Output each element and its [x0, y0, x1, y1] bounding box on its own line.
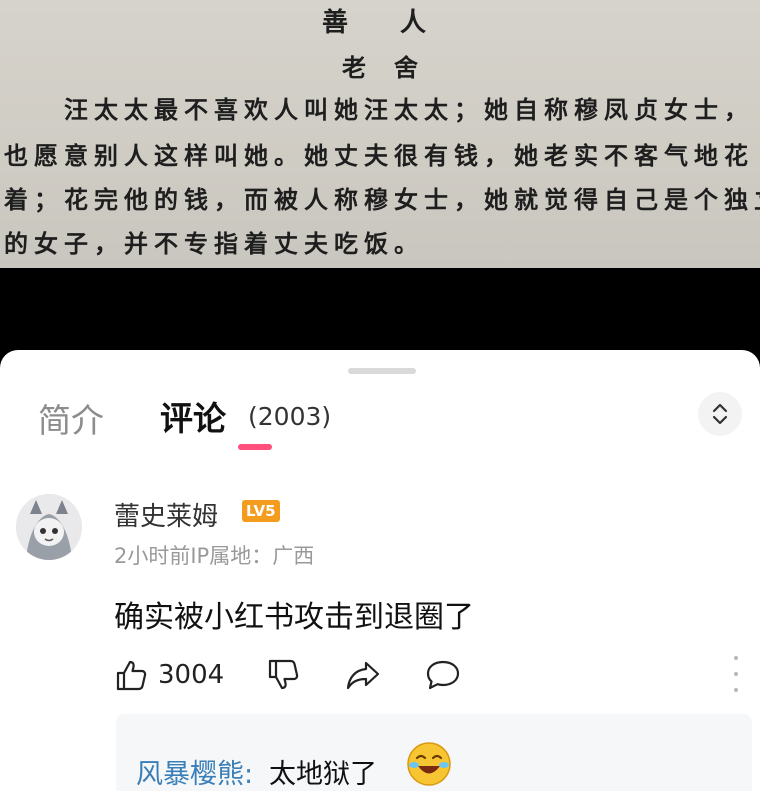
comments-count: (2003) — [248, 402, 332, 431]
share-button[interactable] — [344, 658, 382, 692]
level-badge: LV5 — [242, 500, 280, 522]
reply-username[interactable]: 风暴樱熊: — [136, 752, 253, 791]
tab-comments[interactable]: 评论 — [160, 392, 226, 440]
book-page-image: 善人 老舍 汪太太最不喜欢人叫她汪太太；她自称穆凤贞女士， 也愿意别人这样叫她。… — [0, 0, 760, 268]
book-title: 善人 — [321, 8, 478, 38]
book-text-line: 汪太太最不喜欢人叫她汪太太；她自称穆凤贞女士， — [64, 95, 754, 124]
crying-laughing-emoji-icon — [407, 742, 451, 786]
more-icon[interactable] — [728, 656, 744, 692]
book-text-line: 的女子，并不专指着丈夫吃饭。 — [4, 229, 424, 258]
sort-toggle-button[interactable] — [698, 392, 742, 436]
active-tab-indicator — [238, 444, 272, 450]
dislike-button[interactable] — [266, 658, 300, 692]
comment-username[interactable]: 蕾史莱姆 — [114, 496, 218, 533]
book-text-line: 着；花完他的钱，而被人称穆女士，她就觉得自己是个独立 — [4, 185, 760, 214]
comment-meta: 2小时前IP属地：广西 — [114, 544, 315, 568]
avatar[interactable] — [16, 494, 82, 560]
book-author: 老舍 — [342, 53, 446, 82]
chevron-up-down-icon — [712, 403, 728, 425]
comment-bubble-icon — [426, 660, 460, 690]
thumbs-down-icon — [268, 659, 299, 690]
share-icon — [346, 661, 380, 690]
book-text-line: 也愿意别人这样叫她。她丈夫很有钱，她老实不客气地花 — [4, 141, 754, 170]
tab-intro[interactable]: 简介 — [38, 394, 104, 442]
reply-text: 太地狱了 — [269, 759, 377, 790]
thumbs-up-icon — [116, 660, 147, 691]
reply-button[interactable] — [424, 658, 462, 692]
like-count: 3004 — [158, 660, 225, 690]
reply-preview[interactable]: 风暴樱熊: 太地狱了 — [116, 714, 752, 791]
like-button[interactable]: 3004 — [114, 658, 224, 692]
comment-text[interactable]: 确实被小红书攻击到退圈了 — [114, 592, 474, 636]
drag-handle[interactable] — [348, 368, 416, 374]
comments-sheet: 简介 评论 (2003) 蕾史莱姆 LV5 2小时前IP属地：广西 确实被小红书… — [0, 350, 760, 791]
